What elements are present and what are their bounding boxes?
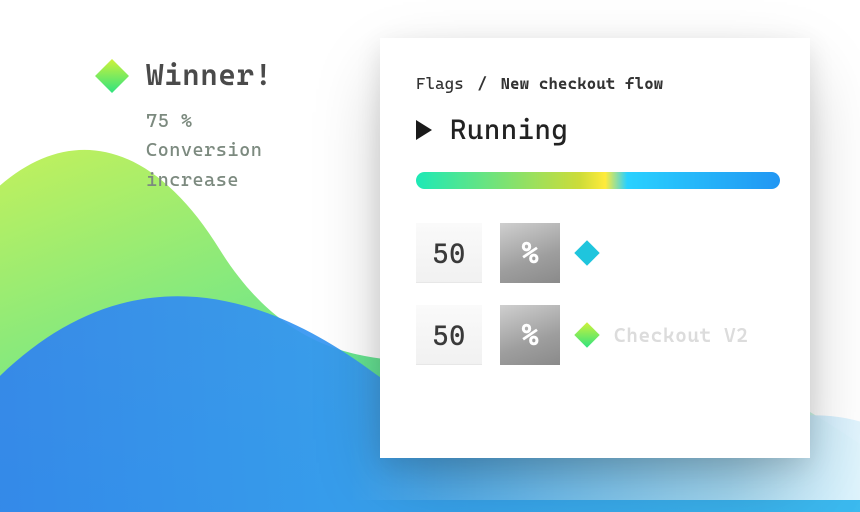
variant-row: 50 % Checkout V2 bbox=[416, 305, 780, 365]
variant-value-box[interactable]: 50 bbox=[416, 305, 482, 365]
variant-row: 50 % bbox=[416, 223, 780, 283]
flag-card: Flags / New checkout flow Running 50 % 5… bbox=[380, 38, 810, 458]
variant-value-box[interactable]: 50 bbox=[416, 223, 482, 283]
variant-list: 50 % 50 % Checkout V2 bbox=[416, 223, 780, 365]
variant-diamond-icon bbox=[574, 240, 599, 265]
winner-summary: Winner! 75 % Conversion increase bbox=[100, 58, 273, 195]
breadcrumb-leaf[interactable]: New checkout flow bbox=[501, 74, 664, 93]
winner-metric-line1: Conversion bbox=[146, 136, 273, 165]
winner-diamond-icon bbox=[95, 59, 129, 93]
winner-stat: 75 % bbox=[146, 107, 273, 136]
flag-status: Running bbox=[450, 113, 568, 146]
breadcrumb-separator: / bbox=[477, 74, 487, 93]
percent-box: % bbox=[500, 223, 560, 283]
play-icon[interactable] bbox=[416, 120, 432, 140]
winner-title: Winner! bbox=[146, 58, 273, 93]
variant-diamond-icon bbox=[574, 322, 599, 347]
breadcrumb-root[interactable]: Flags bbox=[416, 74, 464, 93]
variant-label: Checkout V2 bbox=[614, 323, 748, 347]
percent-box: % bbox=[500, 305, 560, 365]
breadcrumb[interactable]: Flags / New checkout flow bbox=[416, 74, 780, 93]
winner-metric-line2: increase bbox=[146, 166, 273, 195]
split-progress-bar bbox=[416, 172, 780, 189]
